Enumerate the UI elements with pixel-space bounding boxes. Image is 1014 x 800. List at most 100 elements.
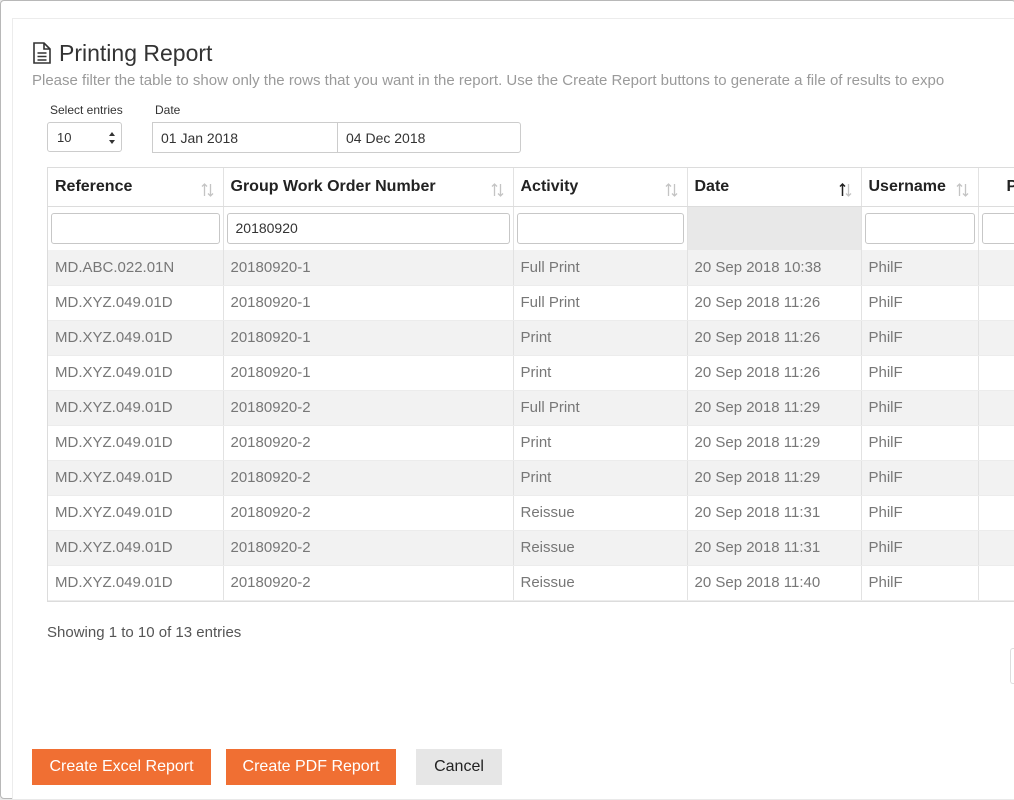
cell-activity: Print [513,460,688,496]
sort-icon [665,183,677,197]
column-header-reference[interactable]: Reference [48,168,224,207]
cell-truncated [978,285,1014,321]
cell-date: 20 Sep 2018 11:26 [687,285,862,321]
cell-activity: Print [513,355,688,391]
cell-reference: MD.XYZ.049.01D [48,495,224,531]
table-row[interactable]: MD.XYZ.049.01D 20180920-2 Reissue 20 Sep 20… [48,565,1014,601]
sort-icon [956,183,968,197]
cell-activity: Full Print [513,250,688,286]
filter-cell [48,206,224,250]
cell-username: PhilF [861,460,979,496]
cell-date: 20 Sep 2018 11:29 [687,460,862,496]
cell-truncated [978,460,1014,496]
cell-truncated [978,390,1014,426]
create-excel-report-button[interactable]: Create Excel Report [32,749,211,785]
select-arrows-icon [109,132,115,144]
column-header-username[interactable]: Username [861,168,979,207]
cell-activity: Print [513,425,688,461]
column-header-truncated[interactable]: P [978,168,1014,207]
cell-date: 20 Sep 2018 10:38 [687,250,862,286]
cell-reference: MD.XYZ.049.01D [48,565,224,601]
cell-date: 20 Sep 2018 11:29 [687,425,862,461]
table-row[interactable]: MD.ABC.022.01N 20180920-1 Full Print 20 Sep… [48,250,1014,286]
table-info: Showing 1 to 10 of 13 entries [47,624,242,641]
filter-input-username[interactable] [864,212,975,244]
cell-group-work-order: 20180920-1 [223,250,514,286]
cell-reference: MD.XYZ.049.01D [48,320,224,356]
cell-activity: Full Print [513,390,688,426]
cell-username: PhilF [861,530,979,566]
table-row[interactable]: MD.XYZ.049.01D 20180920-2 Print 20 Sep 2018… [48,425,1014,461]
table-row[interactable]: MD.XYZ.049.01D 20180920-2 Print 20 Sep 2018… [48,460,1014,496]
cell-reference: MD.XYZ.049.01D [48,530,224,566]
sort-icon [201,183,213,197]
cell-group-work-order: 20180920-1 [223,285,514,321]
cell-group-work-order: 20180920-1 [223,355,514,391]
pagination-control[interactable] [1010,648,1014,684]
cell-activity: Reissue [513,530,688,566]
table-row[interactable]: MD.XYZ.049.01D 20180920-1 Print 20 Sep 2018… [48,320,1014,356]
column-header-date[interactable]: Date [687,168,862,207]
filter-input-reference[interactable] [51,212,220,244]
cell-activity: Reissue [513,495,688,531]
cell-username: PhilF [861,495,979,531]
filter-row: 20180920 [48,206,1014,250]
date-from-input[interactable]: 01 Jan 2018 [152,122,338,153]
cell-username: PhilF [861,320,979,356]
cell-truncated [978,250,1014,286]
cell-reference: MD.ABC.022.01N [48,250,224,286]
table-row[interactable]: MD.XYZ.049.01D 20180920-2 Full Print 20 Sep… [48,390,1014,426]
cell-date: 20 Sep 2018 11:31 [687,530,862,566]
cell-date: 20 Sep 2018 11:26 [687,320,862,356]
cell-truncated [978,425,1014,461]
column-header-activity[interactable]: Activity [513,168,688,207]
cell-username: PhilF [861,355,979,391]
cell-date: 20 Sep 2018 11:40 [687,565,862,601]
report-table: Reference Group Work Order Number Activi… [48,168,1014,601]
column-header-group-work-order[interactable]: Group Work Order Number [223,168,514,207]
cancel-button[interactable]: Cancel [416,749,502,785]
cell-activity: Full Print [513,285,688,321]
sort-ascending-icon [838,182,851,197]
table-row[interactable]: MD.XYZ.049.01D 20180920-1 Print 20 Sep 2018… [48,355,1014,391]
select-entries-label: Select entries [50,103,123,117]
report-table-container: Reference Group Work Order Number Activi… [47,167,1014,602]
cell-reference: MD.XYZ.049.01D [48,355,224,391]
filter-cell: 20180920 [223,206,514,250]
cell-reference: MD.XYZ.049.01D [48,390,224,426]
page-title-text: Printing Report [59,39,213,66]
cell-date: 20 Sep 2018 11:31 [687,495,862,531]
cell-group-work-order: 20180920-2 [223,530,514,566]
cell-truncated [978,530,1014,566]
sort-icon [491,183,503,197]
create-pdf-report-button[interactable]: Create PDF Report [226,749,396,785]
cell-truncated [978,320,1014,356]
cell-username: PhilF [861,250,979,286]
filter-input-group-work-order[interactable]: 20180920 [226,212,510,244]
select-entries-dropdown[interactable]: 10 [47,122,122,152]
cell-group-work-order: 20180920-2 [223,495,514,531]
select-entries-value: 10 [57,129,72,145]
page-instructions: Please filter the table to show only the… [32,72,945,89]
cell-date: 20 Sep 2018 11:29 [687,390,862,426]
table-row[interactable]: MD.XYZ.049.01D 20180920-2 Reissue 20 Sep 20… [48,530,1014,566]
filter-cell [861,206,979,250]
table-row[interactable]: MD.XYZ.049.01D 20180920-1 Full Print 20 Sep… [48,285,1014,321]
filter-cell [978,206,1014,250]
cell-reference: MD.XYZ.049.01D [48,460,224,496]
cell-activity: Reissue [513,565,688,601]
cell-truncated [978,565,1014,601]
cell-group-work-order: 20180920-2 [223,390,514,426]
cell-username: PhilF [861,390,979,426]
filter-cell [513,206,688,250]
cell-group-work-order: 20180920-2 [223,425,514,461]
cell-group-work-order: 20180920-1 [223,320,514,356]
filter-input-activity[interactable] [516,212,684,244]
cell-username: PhilF [861,285,979,321]
table-row[interactable]: MD.XYZ.049.01D 20180920-2 Reissue 20 Sep 20… [48,495,1014,531]
filter-input-truncated[interactable] [981,212,1014,244]
cell-date: 20 Sep 2018 11:26 [687,355,862,391]
date-to-input[interactable]: 04 Dec 2018 [337,122,521,153]
cell-group-work-order: 20180920-2 [223,460,514,496]
cell-reference: MD.XYZ.049.01D [48,425,224,461]
